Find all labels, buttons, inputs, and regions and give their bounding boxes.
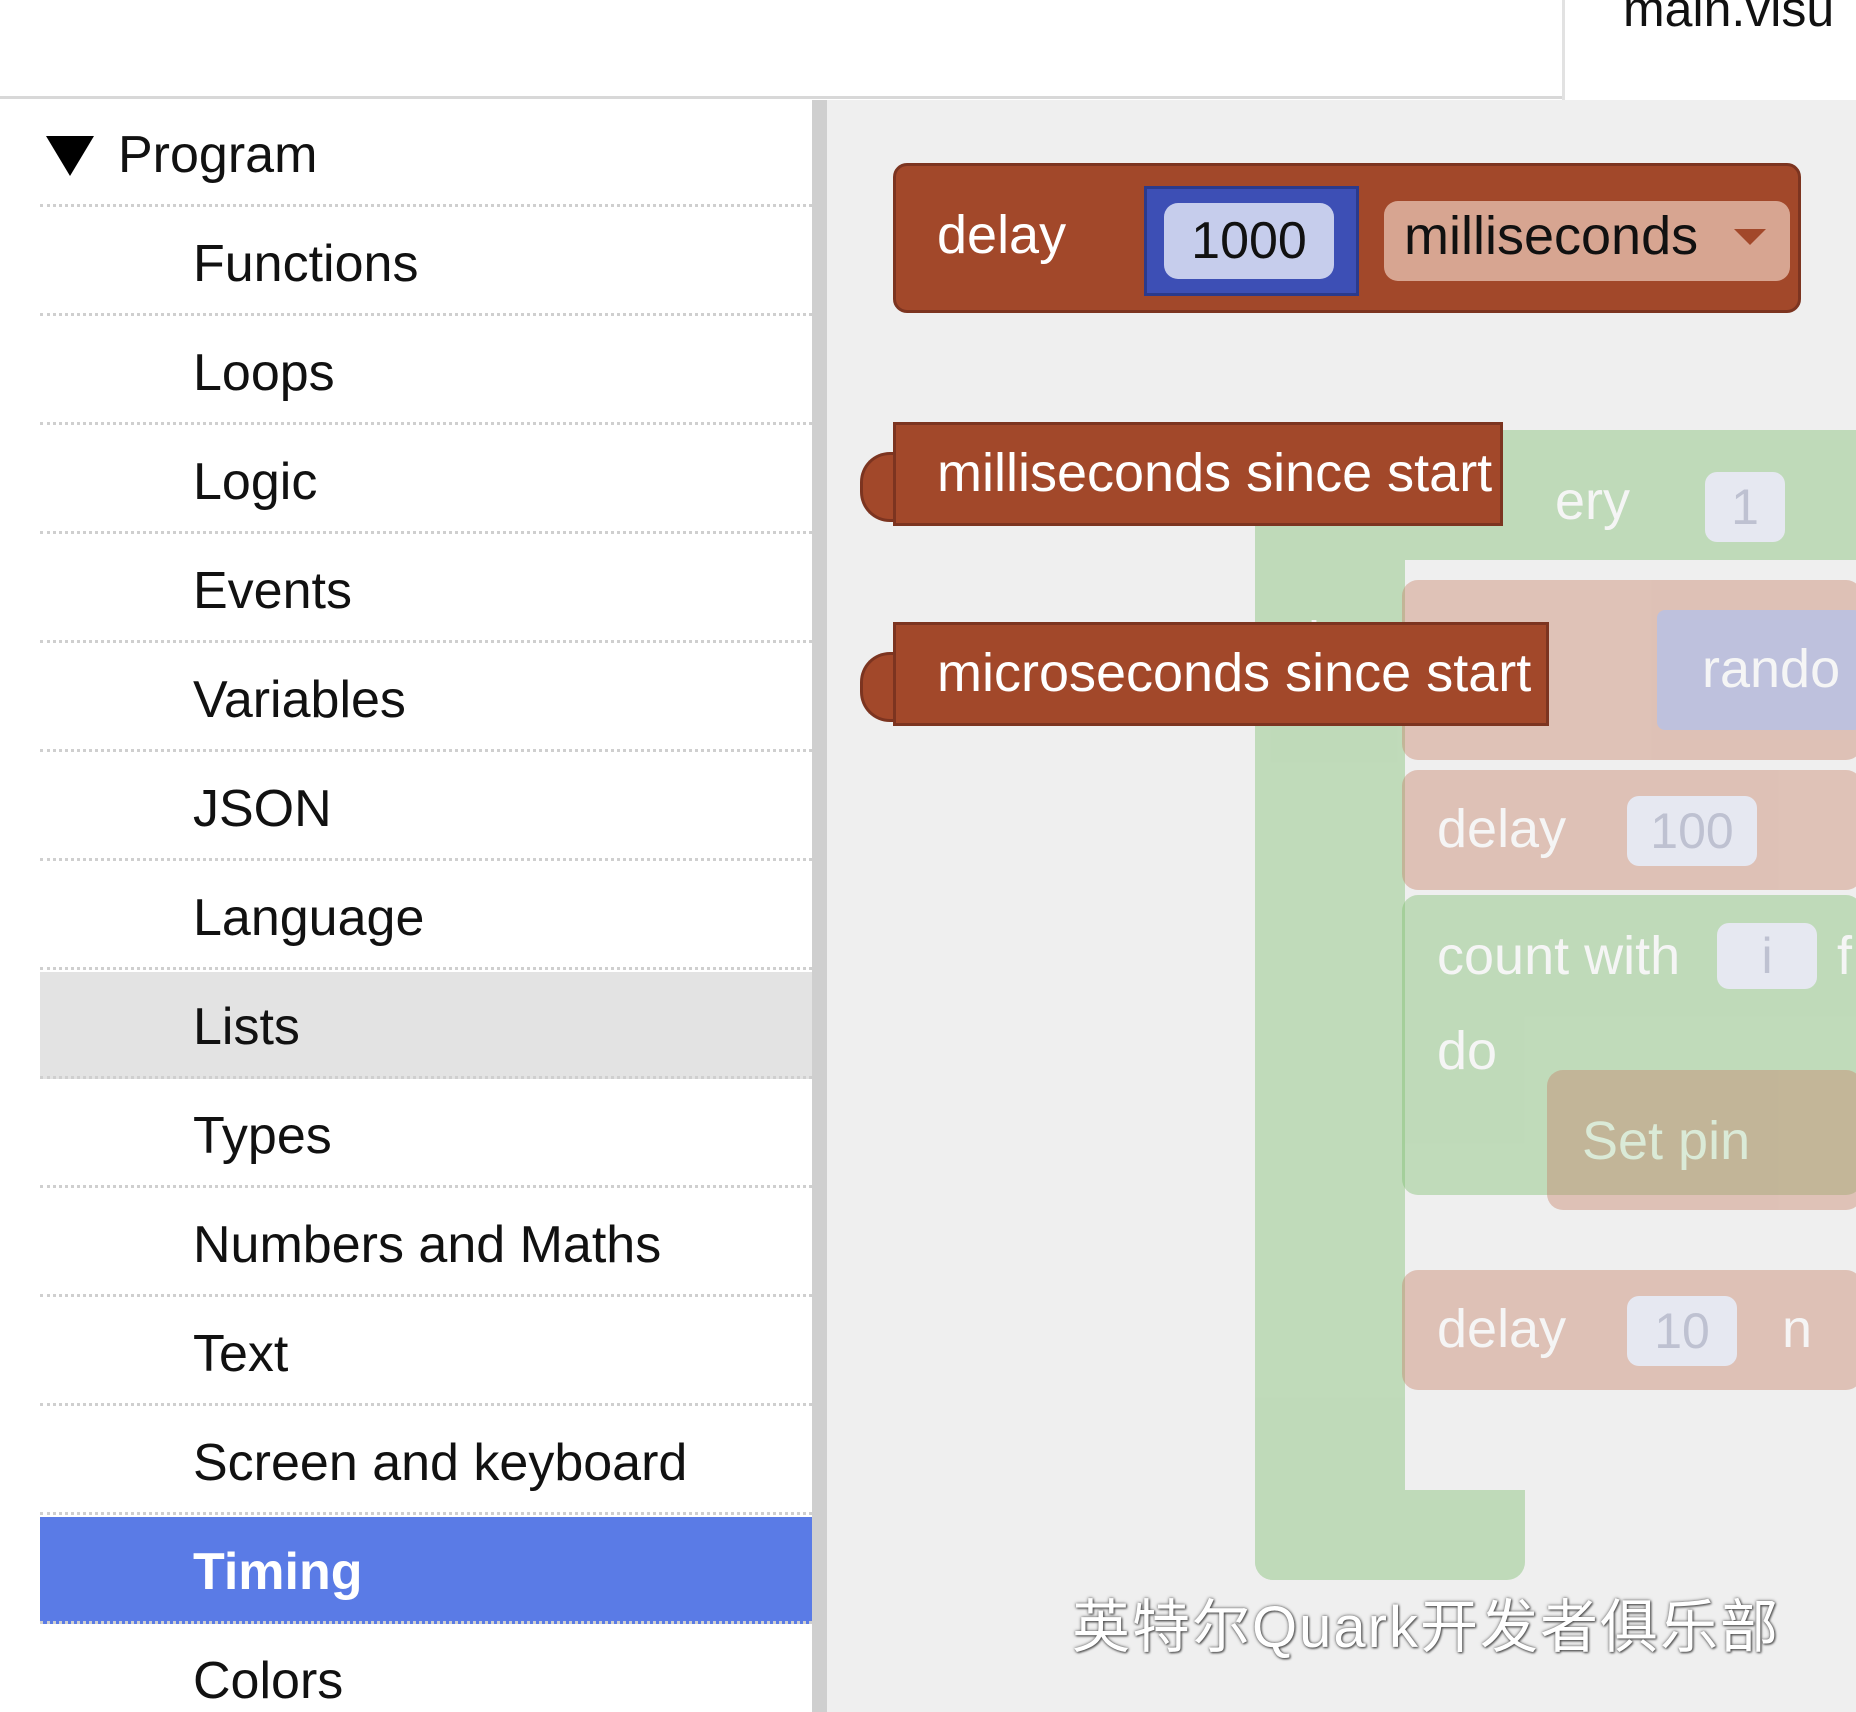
category-language[interactable]: Language <box>40 863 812 970</box>
ghost-delay-100: delay 100 <box>1402 770 1856 890</box>
category-screen-and-keyboard[interactable]: Screen and keyboard <box>40 1408 812 1515</box>
category-variables[interactable]: Variables <box>40 645 812 752</box>
ghost-count-trail: f <box>1837 926 1853 986</box>
category-text[interactable]: Text <box>40 1299 812 1406</box>
workspace[interactable]: ery 1 do rando delay 100 count with i f … <box>827 100 1856 1712</box>
ghost-every-spine <box>1255 430 1405 1580</box>
ghost-count-var: i <box>1717 923 1817 989</box>
ghost-every-value: 1 <box>1705 472 1785 542</box>
category-label: Loops <box>193 344 335 402</box>
millis-since-start-block[interactable]: milliseconds since start <box>893 422 1503 526</box>
category-program[interactable]: Program <box>40 100 812 207</box>
category-loops[interactable]: Loops <box>40 318 812 425</box>
category-logic[interactable]: Logic <box>40 427 812 534</box>
dropdown-arrow-icon <box>1734 229 1766 245</box>
category-label: Logic <box>193 453 318 511</box>
ghost-do2-label: do <box>1437 1021 1498 1081</box>
millis-block-label: milliseconds since start <box>937 443 1493 503</box>
delay-value-field[interactable]: 1000 <box>1164 203 1334 279</box>
micros-since-start-block[interactable]: microseconds since start <box>893 622 1549 726</box>
top-bar: main.visu <box>0 0 1856 100</box>
ghost-delay-value: 100 <box>1627 796 1757 866</box>
category-timing[interactable]: Timing <box>40 1517 812 1624</box>
category-lists[interactable]: Lists <box>40 972 812 1079</box>
file-tab[interactable]: main.visu <box>1623 0 1834 38</box>
category-label: Program <box>118 126 318 184</box>
delay-block-label: delay <box>937 205 1067 265</box>
toolbox: Program Functions Loops Logic Events Var… <box>0 100 812 1712</box>
category-label: Lists <box>193 998 300 1056</box>
category-numbers-and-maths[interactable]: Numbers and Maths <box>40 1190 812 1297</box>
category-functions[interactable]: Functions <box>40 209 812 316</box>
category-label: Types <box>193 1107 332 1165</box>
category-label: Events <box>193 562 352 620</box>
category-types[interactable]: Types <box>40 1081 812 1188</box>
category-label: JSON <box>193 780 332 838</box>
category-label: Colors <box>193 1652 344 1710</box>
ghost-every-label: ery <box>1555 471 1631 531</box>
collapse-triangle-icon[interactable] <box>46 136 94 176</box>
ghost-random-label: rando <box>1702 639 1841 699</box>
delay-unit-dropdown[interactable]: milliseconds <box>1384 201 1790 281</box>
delay-value-slot: 1000 <box>1144 186 1359 296</box>
ghost-delay2-trail: n <box>1782 1299 1813 1359</box>
delay-block[interactable]: delay 1000 milliseconds <box>893 163 1801 313</box>
ghost-delay2-value: 10 <box>1627 1296 1737 1366</box>
millis-output-plug <box>860 452 894 522</box>
ghost-delay2-label: delay <box>1437 1299 1567 1359</box>
ghost-delay-10: delay 10 n <box>1402 1270 1856 1390</box>
delay-unit-label: milliseconds <box>1404 206 1699 266</box>
category-label: Functions <box>193 235 419 293</box>
category-events[interactable]: Events <box>40 536 812 643</box>
category-label: Numbers and Maths <box>193 1216 662 1274</box>
top-divider <box>0 96 1562 99</box>
micros-block-label: microseconds since start <box>937 643 1532 703</box>
micros-output-plug <box>860 652 894 722</box>
ghost-setpin-label: Set pin <box>1582 1111 1751 1171</box>
ghost-set-pin: Set pin <box>1547 1070 1856 1210</box>
category-label: Text <box>193 1325 289 1383</box>
category-colors[interactable]: Colors <box>40 1626 812 1712</box>
ghost-every-footer <box>1255 1490 1525 1580</box>
category-label: Variables <box>193 671 406 729</box>
watermark: 英特尔Quark开发者俱乐部 <box>1072 1595 1780 1660</box>
category-label: Timing <box>193 1543 363 1601</box>
ghost-count-label: count with <box>1437 926 1681 986</box>
tab-separator <box>1562 0 1565 100</box>
category-json[interactable]: JSON <box>40 754 812 861</box>
toolbox-scrollbar[interactable] <box>812 100 827 1712</box>
category-label: Screen and keyboard <box>193 1434 688 1492</box>
category-label: Language <box>193 889 425 947</box>
ghost-delay-label: delay <box>1437 799 1567 859</box>
